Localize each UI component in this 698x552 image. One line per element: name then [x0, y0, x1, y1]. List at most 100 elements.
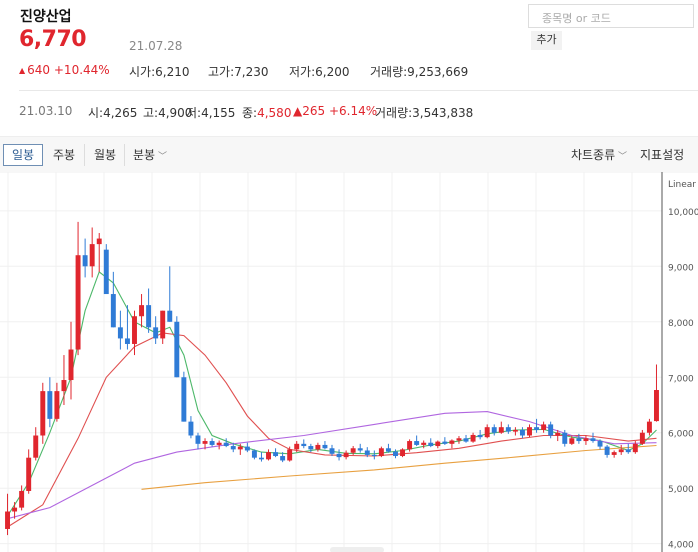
- candle-body: [343, 452, 349, 458]
- candle-body: [26, 457, 32, 491]
- y-tick-label: 9,000: [668, 263, 694, 273]
- candle-body: [19, 490, 25, 508]
- candle-body: [498, 427, 504, 433]
- candle-body: [414, 441, 420, 445]
- search-input[interactable]: 종목명 or 코드: [528, 4, 694, 28]
- candle-body: [449, 440, 455, 444]
- scale-label: Linear: [668, 180, 696, 190]
- candle-body: [139, 305, 145, 317]
- candle-body: [266, 452, 271, 460]
- candle-body: [393, 451, 398, 457]
- candlestick-chart: 4,000 5,000 6,000 7,000 8,000 9,000 10,000 Line…: [0, 172, 698, 552]
- candle-body: [371, 454, 377, 457]
- candle-body: [569, 438, 575, 444]
- candle-body: [491, 427, 497, 433]
- candle-body: [350, 448, 356, 453]
- candle-body: [463, 438, 469, 442]
- scroll-handle[interactable]: [330, 547, 384, 552]
- ohlc-open: 시:4,265: [88, 106, 138, 120]
- ohlc-volume: 거래량:3,543,838: [375, 106, 474, 120]
- candle-body: [357, 448, 363, 451]
- y-tick-label: 4,000: [668, 541, 694, 551]
- candle-body: [174, 321, 180, 378]
- candle-body: [541, 424, 547, 430]
- candle-body: [625, 449, 631, 453]
- candle-body: [188, 421, 194, 436]
- ohlc-change: ▲265 +6.14%: [293, 104, 377, 118]
- candle-body: [5, 511, 10, 529]
- candle-body: [75, 255, 81, 350]
- candle-body: [40, 391, 46, 436]
- y-tick-label: 10,000: [668, 208, 698, 218]
- high-price: 고가:7,230: [208, 65, 269, 79]
- low-price: 저가:6,200: [289, 65, 350, 79]
- candle-body: [385, 448, 391, 452]
- candle-body: [209, 441, 215, 445]
- current-price: 6,770: [19, 27, 87, 52]
- candle-body: [548, 424, 554, 436]
- candle-body: [456, 438, 462, 441]
- candle-body: [153, 327, 159, 339]
- y-tick-label: 5,000: [668, 485, 694, 495]
- candle-body: [590, 438, 596, 442]
- candle-body: [124, 338, 130, 344]
- moving-average-ma120: [141, 444, 657, 490]
- candle-body: [223, 442, 229, 447]
- candle-body: [336, 453, 342, 458]
- candle-body: [477, 434, 483, 438]
- candle-body: [470, 434, 476, 442]
- candle-body: [428, 442, 434, 447]
- chevron-down-icon: ﹀: [155, 152, 167, 162]
- candle-body: [68, 349, 74, 381]
- candle-body: [597, 441, 603, 447]
- ohlc-close: 종:4,580: [242, 104, 291, 121]
- candle-body: [244, 446, 250, 451]
- candle-body: [230, 446, 236, 450]
- candle-body: [505, 427, 511, 432]
- candle-body: [82, 255, 88, 267]
- quote-date: 21.07.28: [129, 39, 183, 53]
- candle-body: [146, 305, 152, 328]
- candle-body: [632, 443, 638, 453]
- candle-body: [639, 432, 645, 444]
- y-tick-label: 8,000: [668, 319, 694, 329]
- candle-body: [103, 249, 109, 295]
- candle-body: [407, 441, 413, 450]
- candle-body: [96, 238, 102, 245]
- stock-name: 진양산업: [20, 9, 72, 25]
- tab-minute-label: 분봉: [133, 148, 156, 162]
- candle-body: [251, 450, 257, 458]
- candle-body: [117, 327, 123, 339]
- ohlc-close-value: 4,580: [257, 106, 292, 120]
- candle-body: [195, 435, 201, 444]
- candle-body: [484, 427, 490, 438]
- price-change-value: 640 +10.44%: [27, 63, 110, 77]
- candle-body: [167, 310, 173, 322]
- tab-weekly[interactable]: 주봉: [44, 144, 84, 166]
- candle-body: [287, 449, 293, 461]
- tab-monthly[interactable]: 월봉: [84, 144, 125, 166]
- candle-body: [400, 449, 406, 457]
- chevron-down-icon: ﹀: [615, 152, 628, 162]
- candle-body: [258, 457, 264, 460]
- add-button[interactable]: 추가: [531, 31, 562, 50]
- open-price: 시가:6,210: [129, 65, 190, 79]
- tab-minute[interactable]: 분봉 ﹀: [124, 144, 175, 166]
- candle-body: [237, 446, 243, 450]
- candle-body: [322, 444, 328, 449]
- candle-body: [527, 427, 532, 436]
- candle-body: [421, 442, 427, 445]
- candle-body: [61, 380, 67, 392]
- tab-daily[interactable]: 일봉: [3, 144, 43, 166]
- candle-body: [89, 244, 95, 267]
- ohlc-date: 21.03.10: [19, 104, 73, 118]
- candle-body: [618, 449, 624, 453]
- candle-body: [54, 391, 60, 419]
- candle-body: [33, 435, 39, 458]
- indicator-settings-button[interactable]: 지표설정: [640, 144, 698, 166]
- candle-body: [654, 390, 659, 422]
- candle-body: [583, 438, 589, 442]
- chart-type-dropdown[interactable]: 차트종류 ﹀: [566, 144, 632, 166]
- candle-body: [435, 441, 441, 447]
- ohlc-low: 저:4,155: [186, 106, 236, 120]
